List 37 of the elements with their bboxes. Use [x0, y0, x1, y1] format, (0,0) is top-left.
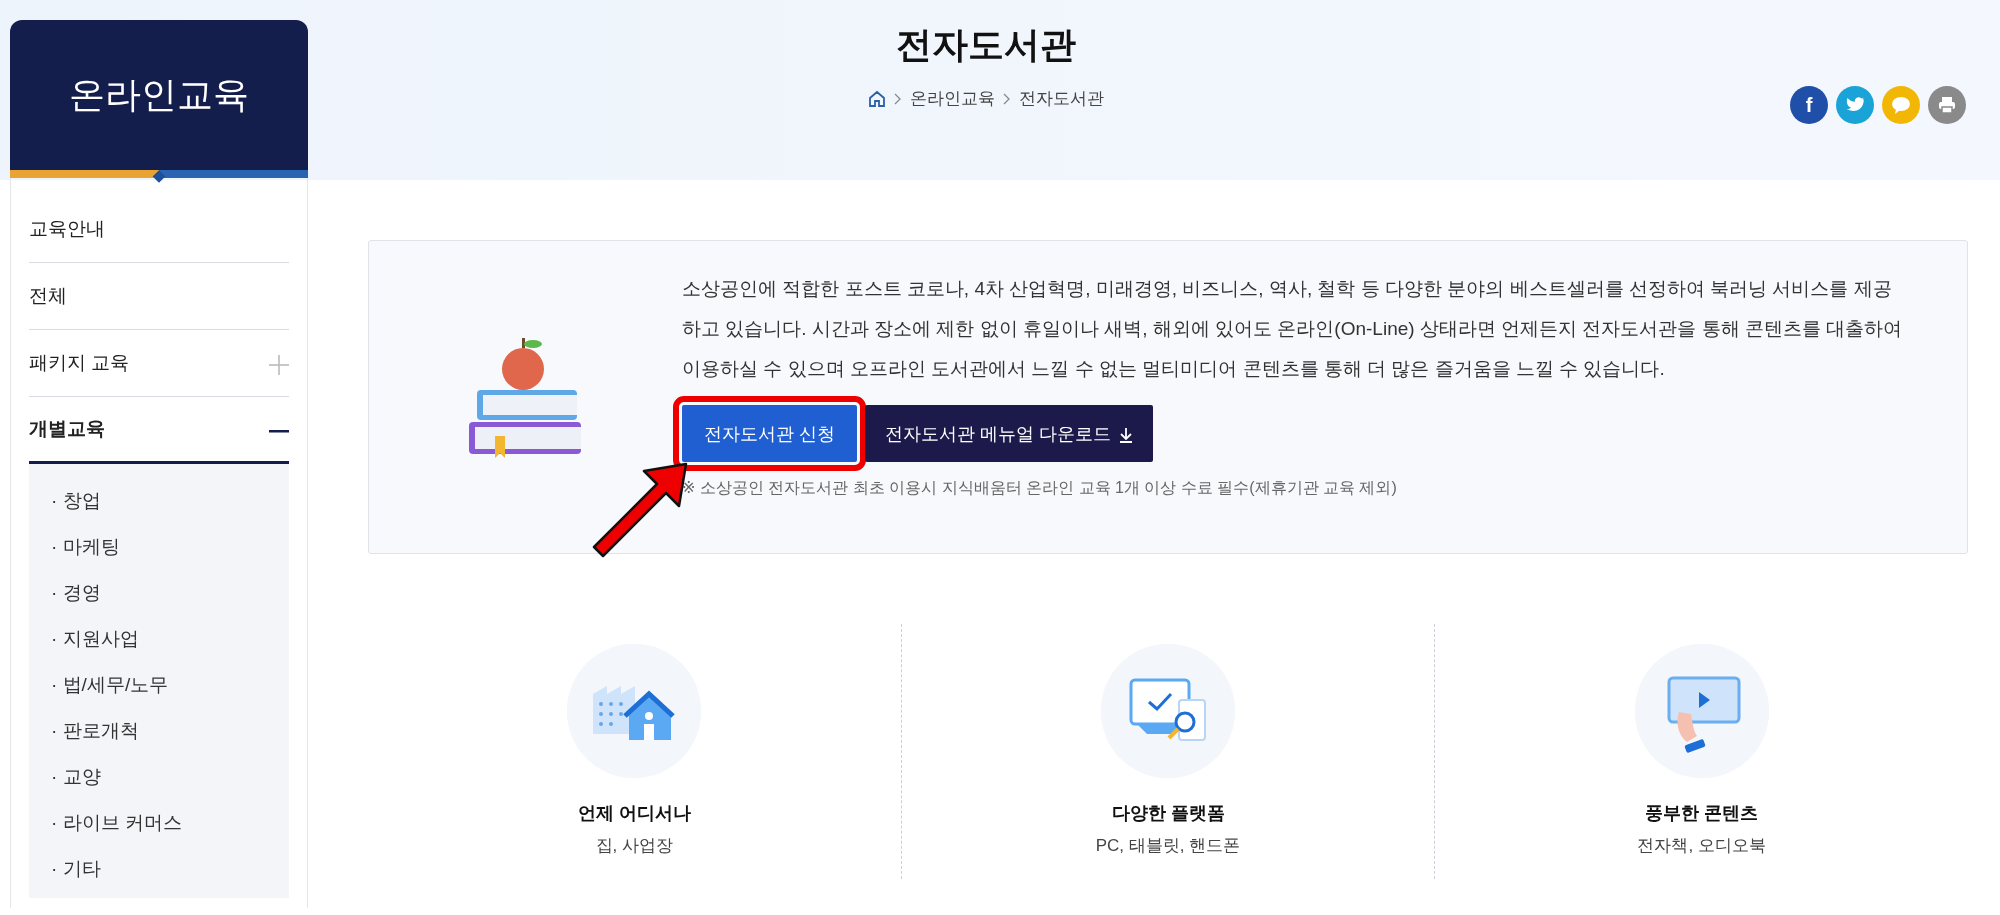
note-text: ※ 소상공인 전자도서관 최초 이용시 지식배움터 온라인 교육 1개 이상 수료 필수(제휴기관 교육 제외): [682, 478, 1398, 498]
sidebar-item[interactable]: 개별교육: [29, 414, 105, 444]
home-icon[interactable]: [868, 89, 886, 108]
description-text: 소상공인에 적합한 포스트 코로나, 4차 산업혁명, 미래경영, 비즈니스, 역사, 철학 등 다양한 분야의 베스트셀러를 선정하여 북러닝 서비스를 제공하고 있습니다. 시간과 장소에 제한 없이 휴일이나 새벽, 해외에 있어도 온라인(On-Line) 상태라면 언제든지 전자도서관을 통해 콘텐츠를 대출하여 이용하실 수 있으며 오프라인 도서관에서 느낄 수 없는 멀티미디어 콘텐츠를 통해 더 많은 즐거움을 느낄 수 있습니다.: [682, 277, 1904, 381]
submenu-item[interactable]: · 지원사업: [29, 616, 289, 662]
submenu-item[interactable]: · 창업: [29, 478, 289, 524]
feature-subtitle: PC, 태블릿, 핸드폰: [1094, 835, 1242, 857]
breadcrumb-link[interactable]: 전자도서관: [1019, 86, 1104, 112]
submenu-item[interactable]: · 판로개척: [29, 708, 289, 754]
chat-button[interactable]: [1882, 86, 1920, 124]
feature-subtitle: 집, 사업장: [594, 835, 675, 857]
chevron-icon: [894, 92, 902, 105]
submenu-item[interactable]: · 라이브 커머스: [29, 800, 289, 846]
page-title: 전자도서관: [895, 23, 1077, 67]
feature-title: 다양한 플랫폼: [1110, 802, 1226, 825]
sidebar-item[interactable]: 전체: [29, 281, 67, 311]
submenu-item[interactable]: · 기타: [29, 846, 289, 892]
submenu-item[interactable]: · 경영: [29, 570, 289, 616]
chevron-icon: [1003, 92, 1011, 105]
chat-bubble-icon: [1890, 95, 1912, 115]
facebook-button[interactable]: f: [1790, 86, 1828, 124]
print-button[interactable]: [1928, 86, 1966, 124]
submenu-item[interactable]: · 법/세무/노무: [29, 662, 289, 708]
download-icon: [1119, 426, 1134, 443]
breadcrumb-link[interactable]: 온라인교육: [910, 86, 995, 112]
sidebar-header: 온라인교육: [10, 20, 308, 170]
bird-icon: [1845, 96, 1865, 114]
sidebar-item[interactable]: 패키지 교육: [29, 348, 130, 378]
submenu-item[interactable]: · 마케팅: [29, 524, 289, 570]
feature-subtitle: 전자책, 오디오북: [1636, 835, 1767, 857]
printer-icon: [1937, 95, 1957, 115]
feature-title: 풍부한 콘텐츠: [1644, 802, 1760, 825]
feature-title: 언제 어디서나: [576, 802, 692, 825]
submenu-item[interactable]: · 교양: [29, 754, 289, 800]
download-button[interactable]: 전자도서관 메뉴얼 다운로드: [865, 405, 1154, 462]
bird-button[interactable]: [1836, 86, 1874, 124]
sidebar-item[interactable]: 교육안내: [29, 214, 105, 244]
